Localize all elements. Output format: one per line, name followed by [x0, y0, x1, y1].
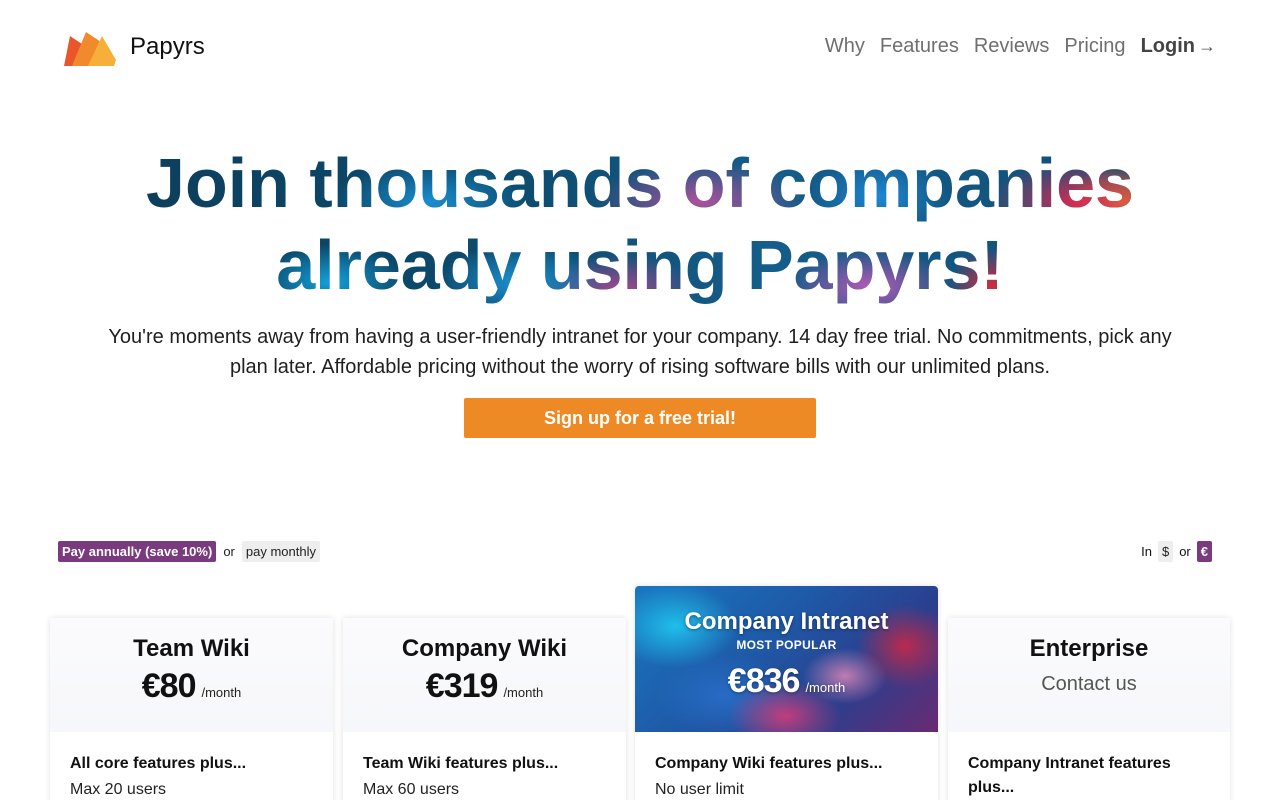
plan-card-body: Team Wiki features plus... Max 60 users: [343, 732, 626, 799]
plan-card-body: Company Intranet features plus...: [948, 732, 1230, 800]
plan-features-lead: Team Wiki features plus...: [363, 755, 559, 772]
plan-card-body: All core features plus... Max 20 users: [50, 732, 333, 799]
nav-reviews[interactable]: Reviews: [974, 35, 1050, 58]
plan-card-header: Company Wiki €319 /month: [343, 618, 626, 732]
plan-title: Company Intranet: [684, 608, 889, 635]
nav-login[interactable]: Login →: [1141, 35, 1216, 58]
hero-title-line-1: Join thousands of companies: [146, 144, 1134, 222]
pay-annually-toggle[interactable]: Pay annually (save 10%): [58, 541, 217, 562]
currency-or-label: or: [1179, 544, 1191, 559]
pay-monthly-toggle[interactable]: pay monthly: [241, 541, 320, 562]
plan-price-line: €319 /month: [343, 667, 626, 706]
most-popular-badge: MOST POPULAR: [736, 638, 837, 652]
hero-title: Join thousands of companies already usin…: [0, 142, 1280, 306]
plan-feature-item: No user limit: [655, 781, 744, 798]
nav-why[interactable]: Why: [825, 35, 865, 58]
plan-price: €319: [425, 667, 499, 705]
brand-name[interactable]: Papyrs: [130, 33, 205, 61]
plan-features-lead: Company Intranet features plus...: [968, 755, 1171, 796]
plan-price-line: €836 /month: [635, 662, 938, 701]
plan-price-period: /month: [503, 685, 544, 700]
plan-card-body: Company Wiki features plus... No user li…: [635, 732, 938, 799]
currency-eur-toggle[interactable]: €: [1196, 541, 1212, 562]
hero-title-line-2: already using Papyrs!: [276, 226, 1004, 304]
nav-features[interactable]: Features: [880, 35, 959, 58]
plan-price-period: /month: [201, 685, 242, 700]
plan-title: Team Wiki: [133, 635, 250, 662]
currency-prefix-label: In: [1141, 544, 1152, 559]
site-header: Papyrs Why Features Reviews Pricing Logi…: [0, 0, 1280, 96]
nav-pricing[interactable]: Pricing: [1064, 35, 1125, 58]
plan-card-header: Company Intranet MOST POPULAR €836 /mont…: [635, 586, 938, 732]
currency-toggle: In $ or €: [1141, 541, 1212, 562]
papyrs-logo-icon[interactable]: [64, 30, 116, 66]
main-nav: Why Features Reviews Pricing Login →: [825, 35, 1216, 58]
billing-toggle: Pay annually (save 10%) or pay monthly: [58, 541, 320, 562]
plan-feature-item: Max 60 users: [363, 781, 460, 798]
plan-price: €80: [141, 667, 197, 705]
plan-card-company-wiki: Company Wiki €319 /month Team Wiki featu…: [343, 618, 626, 800]
plan-card-team-wiki: Team Wiki €80 /month All core features p…: [50, 618, 333, 800]
plan-price-period: /month: [805, 680, 846, 695]
plan-feature-item: Max 20 users: [70, 781, 167, 798]
login-label: Login: [1140, 35, 1195, 57]
plan-card-enterprise: Enterprise Contact us Company Intranet f…: [948, 618, 1230, 800]
plan-card-company-intranet: Company Intranet MOST POPULAR €836 /mont…: [635, 586, 938, 800]
contact-us-link[interactable]: Contact us: [948, 673, 1230, 696]
hero-subtitle: You're moments away from having a user-f…: [108, 326, 1172, 378]
plan-title: Company Wiki: [401, 635, 568, 662]
billing-or-label: or: [223, 544, 235, 559]
plan-features-lead: Company Wiki features plus...: [655, 755, 883, 772]
plan-price-line: €80 /month: [50, 667, 333, 706]
plan-price: €836: [727, 662, 801, 700]
free-trial-button[interactable]: Sign up for a free trial!: [464, 398, 816, 438]
currency-usd-toggle[interactable]: $: [1157, 541, 1174, 562]
plan-card-header: Team Wiki €80 /month: [50, 618, 333, 732]
plan-card-header: Enterprise Contact us: [948, 618, 1230, 732]
arrow-right-icon: →: [1198, 36, 1216, 56]
plan-title: Enterprise: [1029, 635, 1149, 662]
plan-features-lead: All core features plus...: [70, 755, 247, 772]
